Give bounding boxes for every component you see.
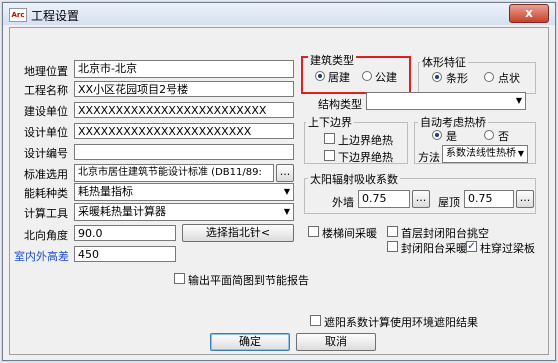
public-radio[interactable]	[362, 71, 372, 81]
design-no-input[interactable]	[74, 144, 294, 160]
select-north-button[interactable]: 选择指北针<	[182, 224, 294, 242]
point-radio[interactable]	[484, 72, 494, 82]
roof-input[interactable]: 0.75	[464, 190, 514, 208]
chevron-down-icon: ▼	[517, 149, 524, 158]
residential-radio[interactable]	[315, 71, 325, 81]
title-bar[interactable]: Arc 工程设置 x	[3, 3, 555, 25]
dialog-content: 地理位置 北京市-北京 工程名称 XX小区花园项目2号楼 建设单位 XXXXXX…	[9, 27, 549, 355]
outer-wall-label: 外墙	[332, 196, 354, 209]
stair-heating-label: 楼梯间采暖	[322, 227, 377, 240]
design-unit-label: 设计单位	[24, 126, 68, 139]
outer-wall-input[interactable]: 0.75	[358, 190, 410, 208]
north-angle-input[interactable]: 90.0	[74, 225, 176, 241]
location-select[interactable]: 北京市-北京	[74, 60, 294, 78]
closed-balcony-label: 封闭阳台采暖	[401, 242, 467, 255]
project-name-input[interactable]: XX小区花园项目2号楼	[74, 81, 294, 97]
residential-label: 居建	[328, 71, 350, 84]
lower-insul-label: 下边界绝热	[338, 151, 393, 164]
building-type-title: 建筑类型	[308, 52, 356, 68]
solar-title: 太阳辐射吸收系数	[308, 171, 400, 187]
ok-button[interactable]: 确定	[210, 333, 290, 351]
height-diff-input[interactable]: 450	[74, 246, 176, 262]
calc-tool-select[interactable]: 采暖耗热量计算器 ▼	[74, 203, 294, 221]
project-name-label: 工程名称	[24, 84, 68, 97]
bridge-no-label: 否	[498, 130, 509, 143]
stair-heating-checkbox[interactable]	[308, 226, 319, 237]
first-floor-balcony-label: 首层封闭阳台挑空	[401, 227, 489, 240]
strip-radio[interactable]	[432, 72, 442, 82]
build-unit-input[interactable]: XXXXXXXXXXXXXXXXXXXXXXXXX	[74, 102, 294, 118]
first-floor-balcony-checkbox[interactable]	[387, 226, 398, 237]
standard-value: 北京市居住建筑节能设计标准 (DB11/89:	[78, 167, 262, 178]
public-label: 公建	[375, 71, 397, 84]
point-label: 点状	[498, 72, 520, 85]
bridge-yes-radio[interactable]	[432, 130, 442, 140]
energy-type-value: 耗热量指标	[78, 185, 133, 198]
outer-wall-browse-button[interactable]: ...	[412, 190, 430, 208]
energy-type-label: 能耗种类	[24, 187, 68, 200]
standard-select[interactable]: 北京市居住建筑节能设计标准 (DB11/89:	[74, 164, 274, 182]
roof-label: 屋顶	[438, 196, 460, 209]
method-label: 方法	[418, 151, 440, 164]
strip-label: 条形	[446, 72, 468, 85]
upper-insul-label: 上边界绝热	[338, 134, 393, 147]
bridge-yes-label: 是	[446, 130, 457, 143]
shading-checkbox[interactable]	[310, 315, 321, 326]
design-no-label: 设计编号	[24, 147, 68, 160]
energy-type-select[interactable]: 耗热量指标 ▼	[74, 183, 294, 201]
chevron-down-icon: ▼	[283, 187, 290, 196]
window-title: 工程设置	[31, 9, 80, 23]
chevron-down-icon: ▼	[283, 207, 290, 216]
dialog-window: Arc 工程设置 x 地理位置 北京市-北京 工程名称 XX小区花园项目2号楼 …	[2, 2, 556, 361]
design-unit-input[interactable]: XXXXXXXXXXXXXXXXXXXXXXX	[74, 123, 294, 139]
cancel-button[interactable]: 取消	[296, 333, 376, 351]
standard-browse-button[interactable]: ...	[276, 164, 294, 182]
calc-tool-label: 计算工具	[24, 207, 68, 220]
build-unit-label: 建设单位	[24, 105, 68, 118]
struct-type-select[interactable]: ▼	[366, 92, 526, 110]
boundary-title: 上下边界	[306, 114, 354, 130]
north-angle-label: 北向角度	[24, 229, 68, 242]
app-icon: Arc	[9, 8, 27, 22]
struct-type-label: 结构类型	[318, 98, 362, 111]
method-select[interactable]: 系数法线性热桥 ▼	[442, 145, 528, 163]
column-beam-checkbox[interactable]: ✓	[466, 241, 477, 252]
height-diff-label: 室内外高差	[14, 250, 69, 263]
shape-title: 体形特征	[420, 54, 468, 70]
location-label: 地理位置	[24, 65, 68, 78]
location-value: 北京市-北京	[78, 62, 137, 75]
calc-tool-value: 采暖耗热量计算器	[78, 205, 166, 218]
shading-label: 遮阳系数计算使用环境遮阳结果	[324, 316, 478, 329]
closed-balcony-checkbox[interactable]	[387, 241, 398, 252]
column-beam-label: 柱穿过梁板	[480, 242, 535, 255]
bridge-no-radio[interactable]	[484, 130, 494, 140]
close-button[interactable]: x	[509, 4, 549, 23]
export-checkbox[interactable]	[174, 273, 185, 284]
chevron-down-icon: ▼	[515, 96, 522, 105]
method-value: 系数法线性热桥	[446, 148, 516, 159]
upper-insul-checkbox[interactable]	[324, 133, 335, 144]
roof-browse-button[interactable]: ...	[516, 190, 534, 208]
lower-insul-checkbox[interactable]	[324, 150, 335, 161]
export-label: 输出平面简图到节能报告	[188, 274, 309, 287]
standard-label: 标准选用	[24, 168, 68, 181]
